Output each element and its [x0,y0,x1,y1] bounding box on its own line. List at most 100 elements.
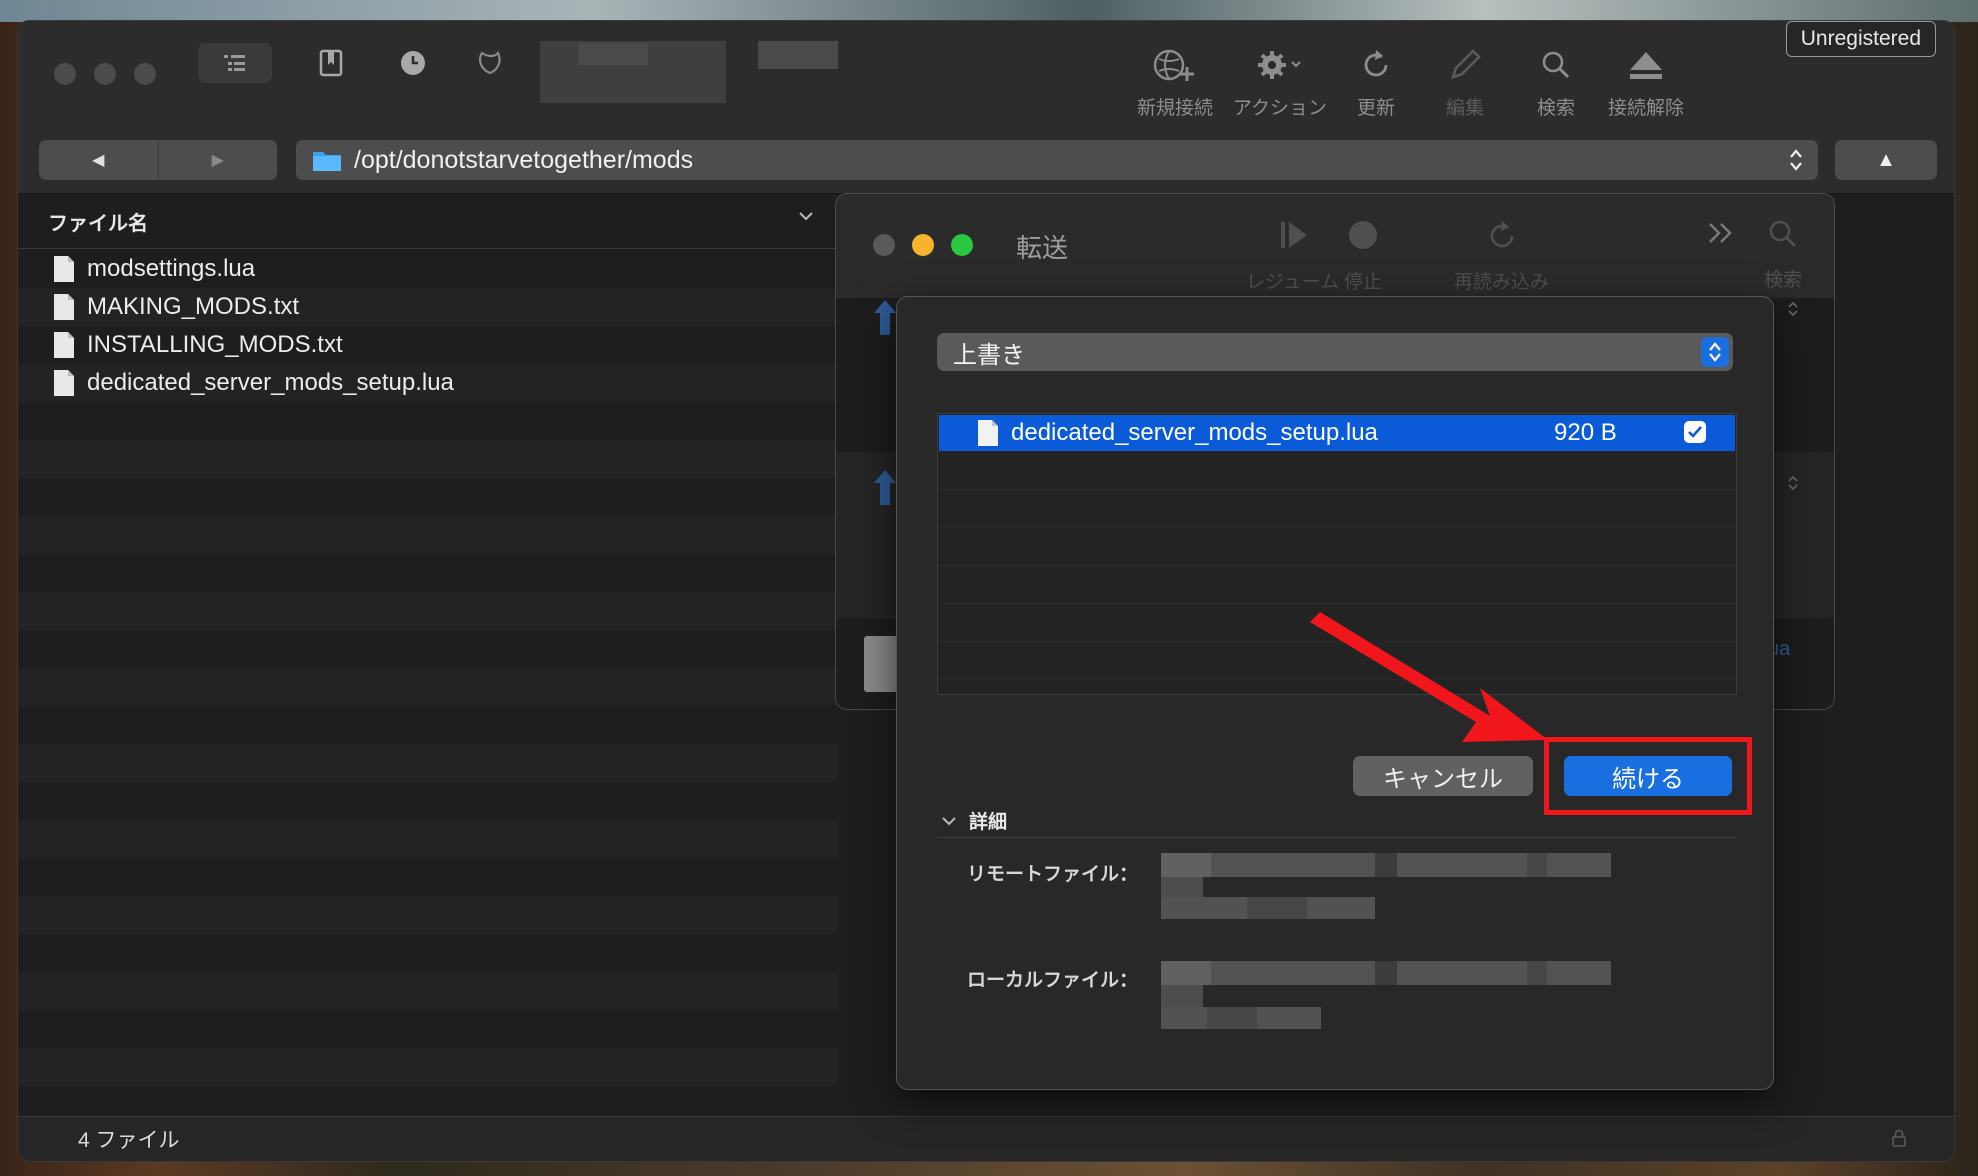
forward-arrow-icon: ▶ [211,152,224,169]
folder-icon [313,152,341,171]
overwrite-mode-value: 上書き [953,341,1025,369]
cancel-button[interactable]: キャンセル [1353,756,1533,796]
file-row[interactable]: MAKING_MODS.txt [18,288,838,326]
edit-button[interactable]: 編集 [1415,43,1515,120]
document-icon [864,636,898,692]
clock-icon [401,51,425,75]
zoom-button[interactable] [134,63,156,85]
bonjour-button[interactable] [454,43,528,83]
minimize-button[interactable] [94,63,116,85]
bookmarks-button[interactable] [294,43,368,83]
action-menu-button[interactable]: アクション [1230,43,1330,120]
up-triangle-icon: ▲ [1876,148,1896,171]
checkmark-icon [1688,426,1702,438]
chevron-down-icon [942,816,956,825]
document-icon [54,332,74,358]
redacted-block [578,43,648,65]
refresh-button[interactable]: 更新 [1326,43,1426,120]
file-row[interactable]: INSTALLING_MODS.txt [18,326,838,364]
reload-icon [1490,221,1513,248]
details-disclosure[interactable]: 詳細 [941,807,1007,834]
close-button[interactable] [54,63,76,85]
document-icon [54,370,74,396]
upload-arrow-icon [874,300,896,335]
filename-column-header[interactable]: ファイル名 [18,194,838,249]
file-name: MAKING_MODS.txt [87,293,300,320]
play-icon [1280,222,1307,248]
reload-button[interactable]: 再読み込み [1454,218,1549,294]
back-arrow-icon: ◀ [92,152,105,169]
new-connection-button[interactable]: 新規接続 [1125,43,1225,120]
file-row[interactable]: modsettings.lua [18,250,838,288]
file-rows: modsettings.lua MAKING_MODS.txt INSTALLI… [18,250,838,1117]
continue-button-highlight [1544,737,1752,815]
file-list: ファイル名 modsettings.lua MAKING_MODS.txt IN… [18,194,838,1117]
overwrite-mode-select[interactable]: 上書き [937,333,1733,371]
overwrite-checkbox[interactable] [1684,421,1706,443]
search-label: 検索 [1536,98,1575,119]
file-row[interactable]: dedicated_server_mods_setup.lua [18,364,838,402]
status-bar: 4 ファイル [18,1116,1954,1161]
path-selector[interactable]: /opt/donotstarvetogether/mods [296,140,1818,180]
refresh-icon [1364,50,1388,77]
forward-button[interactable]: ▶ [157,140,278,180]
back-button[interactable]: ◀ [39,140,158,180]
conflict-file-table: dedicated_server_mods_setup.lua 920 B [937,413,1737,695]
outline-icon [224,55,245,71]
stop-icon [1349,221,1377,249]
file-name: dedicated_server_mods_setup.lua [87,369,454,396]
document-icon [978,420,998,446]
details-label: 詳細 [969,812,1008,833]
toolbar: 新規接続 アクション 更新 編集 検索 接続解除 Unregistered ◀ … [18,21,1954,194]
action-label: アクション [1232,98,1328,119]
more-icon [1709,223,1732,243]
eject-icon [1630,52,1662,79]
stop-button[interactable]: 停止 [1344,218,1382,294]
transfer-search-button[interactable]: 検索 [1764,218,1802,292]
file-name: INSTALLING_MODS.txt [87,331,343,358]
transfer-close-button[interactable] [873,234,895,256]
updown-chevron-icon [1788,475,1798,491]
table-row[interactable]: dedicated_server_mods_setup.lua 920 B [939,415,1735,451]
bookmark-icon [319,49,343,77]
path-text: /opt/donotstarvetogether/mods [354,145,694,174]
local-file-label: ローカルファイル： [967,970,1139,991]
chevron-down-icon [799,212,813,221]
history-button[interactable] [376,43,450,83]
refresh-label: 更新 [1356,98,1395,119]
parent-directory-button[interactable]: ▲ [1835,140,1937,180]
disconnect-label: 接続解除 [1607,98,1684,119]
stop-label: 停止 [1344,272,1383,293]
transfer-search-label: 検索 [1764,270,1803,291]
transfer-window-controls [873,234,973,256]
search-icon [1542,51,1570,79]
unregistered-badge[interactable]: Unregistered [1785,21,1936,57]
resume-label: レジューム [1246,272,1340,293]
resume-button[interactable]: レジューム [1246,218,1339,294]
remote-file-label: リモートファイル： [967,864,1139,885]
file-name: modsettings.lua [87,255,256,282]
conflict-filename: dedicated_server_mods_setup.lua [1011,419,1378,446]
bonjour-icon [479,50,501,75]
disconnect-button[interactable]: 接続解除 [1596,43,1696,120]
document-icon [54,294,74,320]
more-button[interactable] [1706,220,1736,251]
updown-chevron-icon [1709,342,1721,362]
new-connection-icon [1153,49,1194,81]
file-count: 4 ファイル [78,1129,180,1152]
edit-label: 編集 [1445,98,1484,119]
outline-view-button[interactable] [198,43,272,83]
transfer-title: 転送 [1016,233,1069,263]
document-icon [54,256,74,282]
search-button[interactable]: 検索 [1506,43,1606,120]
transfer-zoom-button[interactable] [951,234,973,256]
window-controls [54,63,156,85]
new-connection-label: 新規接続 [1136,98,1213,119]
reload-label: 再読み込み [1454,272,1550,293]
updown-chevron-icon [1790,149,1802,171]
conflict-filesize: 920 B [1554,419,1617,446]
filename-header-label: ファイル名 [48,212,148,235]
redacted-block [758,41,838,69]
updown-chevron-icon [1788,301,1798,317]
transfer-minimize-button[interactable] [912,234,934,256]
